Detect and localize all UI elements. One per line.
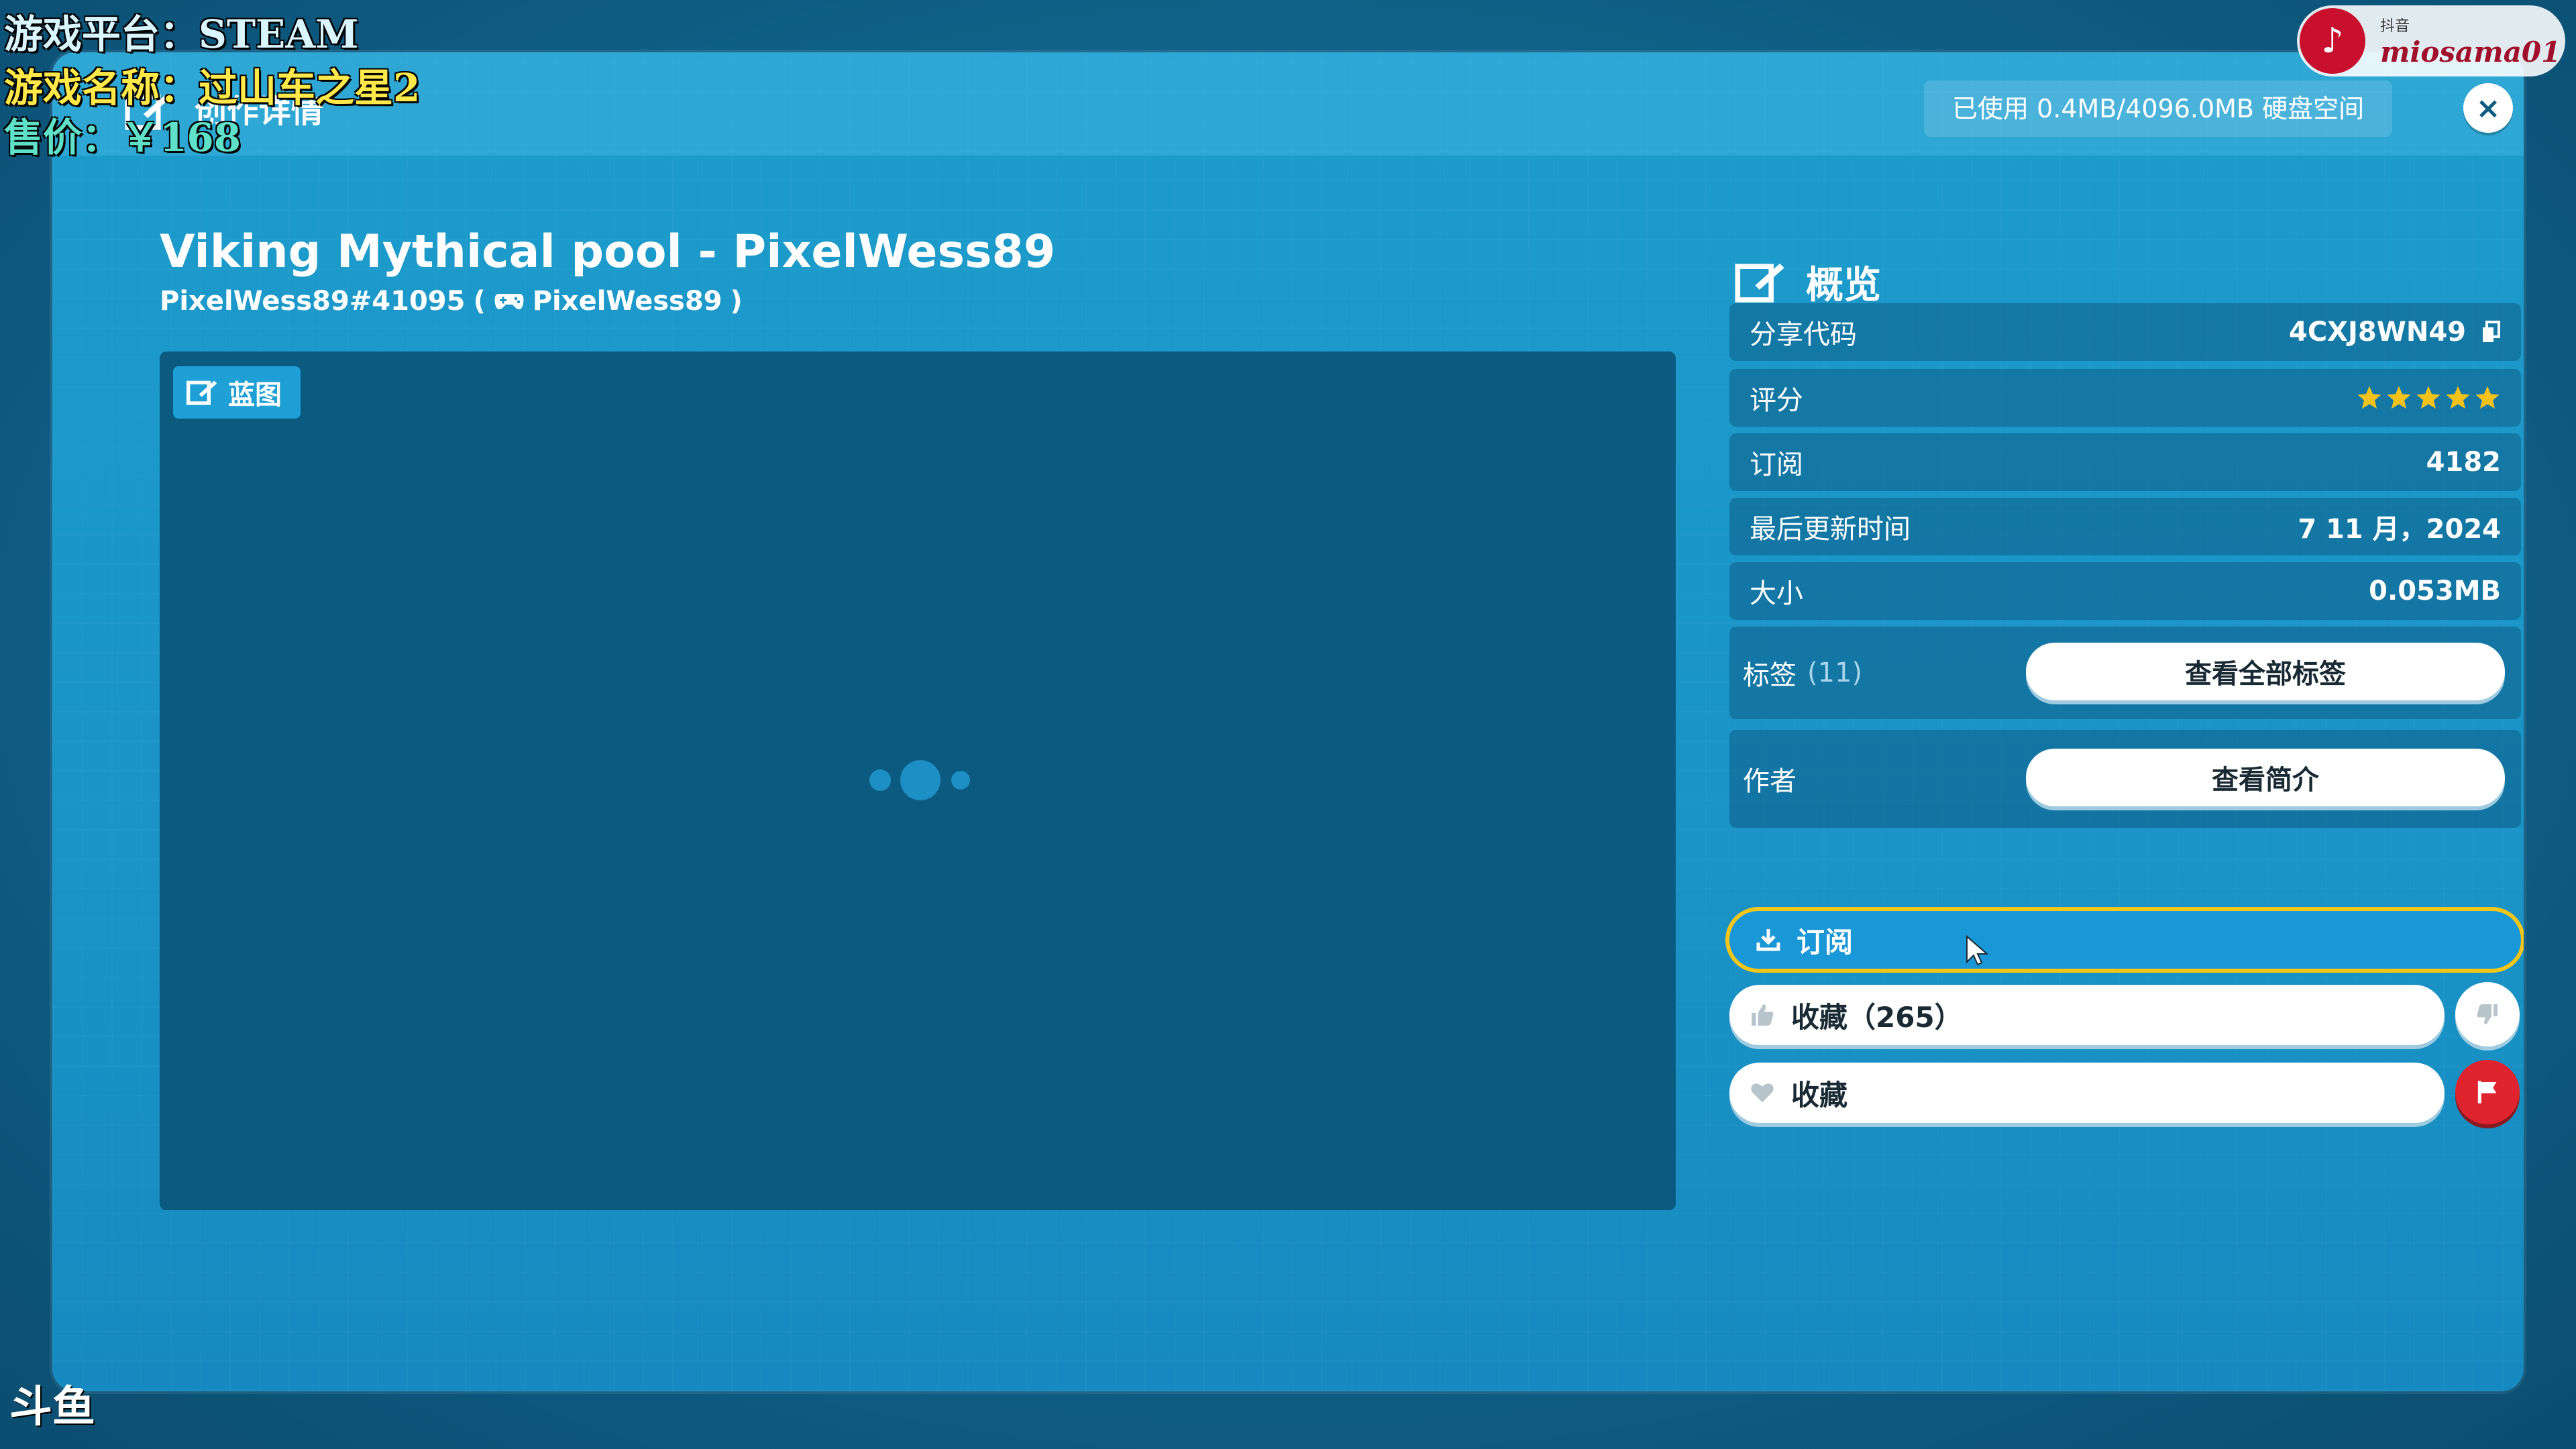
close-button[interactable]: ×: [2463, 83, 2513, 133]
like-button[interactable]: 收藏（265）: [1729, 985, 2445, 1045]
subscribe-button[interactable]: 订阅: [1725, 907, 2524, 973]
douyin-label: 抖音: [2380, 17, 2410, 35]
creation-id: PixelWess89#41095: [160, 286, 466, 317]
douyu-watermark: 斗鱼: [9, 1383, 95, 1432]
last-updated-row: 最后更新时间 7 11 月，2024: [1729, 498, 2521, 555]
douyin-handle: miosama01: [2380, 35, 2561, 68]
gamepad-icon: [494, 294, 524, 309]
last-updated-label: 最后更新时间: [1750, 514, 1911, 545]
copy-icon[interactable]: [2481, 321, 2501, 343]
favorite-label: 收藏: [1791, 1078, 1848, 1112]
creation-subtitle: PixelWess89#41095 ( PixelWess89 ): [160, 286, 743, 317]
view-profile-button[interactable]: 查看简介: [2026, 749, 2505, 806]
douyin-watermark: ♪ 抖音 miosama01: [2297, 5, 2565, 76]
tags-row: 标签 (11) 查看全部标签: [1729, 627, 2521, 719]
share-code-value: 4CXJ8WN49: [2288, 317, 2466, 347]
heart-icon: [1751, 1083, 1774, 1103]
report-button[interactable]: [2455, 1060, 2520, 1124]
mouse-cursor-icon: [1966, 935, 1988, 966]
douyin-logo-icon: ♪: [2300, 8, 2365, 74]
star-icon: [2387, 386, 2411, 409]
subscriptions-label: 订阅: [1750, 449, 1803, 480]
blueprint-label: 蓝图: [228, 380, 282, 411]
paren-close: ): [730, 286, 743, 317]
blueprint-icon: [186, 380, 217, 405]
platform-username[interactable]: PixelWess89: [533, 286, 722, 317]
flag-icon: [2477, 1081, 2497, 1104]
star-icon: [2357, 386, 2381, 409]
rating-row: 评分: [1729, 369, 2521, 427]
creation-details-panel: 创作详情 已使用 0.4MB/4096.0MB 硬盘空间 × Viking My…: [52, 52, 2524, 1391]
last-updated-value: 7 11 月，2024: [2298, 514, 2501, 545]
blueprint-badge: 蓝图: [173, 366, 301, 419]
share-code-label: 分享代码: [1750, 319, 1857, 350]
thumbs-up-icon: [1752, 1004, 1774, 1026]
star-icon: [2475, 386, 2500, 409]
tags-label: 标签: [1743, 660, 1796, 691]
author-row: 作者 查看简介: [1729, 730, 2521, 828]
paren-open: (: [473, 286, 486, 317]
disk-usage-indicator: 已使用 0.4MB/4096.0MB 硬盘空间: [1924, 80, 2393, 137]
rating-stars: [2356, 384, 2501, 411]
size-label: 大小: [1750, 578, 1803, 609]
star-icon: [2416, 386, 2440, 409]
like-label: 收藏（265）: [1791, 1000, 1963, 1034]
subscribe-label: 订阅: [1796, 925, 1854, 959]
overlay-platform: 游戏平台：STEAM: [4, 11, 359, 57]
preview-viewport: 蓝图: [160, 352, 1676, 1210]
thumbs-down-icon: [2477, 1004, 2498, 1024]
panel-header: 创作详情 已使用 0.4MB/4096.0MB 硬盘空间 ×: [52, 52, 2524, 156]
share-code-row: 分享代码 4CXJ8WN49: [1729, 303, 2521, 361]
size-row: 大小 0.053MB: [1729, 562, 2521, 620]
favorite-button[interactable]: 收藏: [1729, 1063, 2445, 1123]
overview-title: 概览: [1806, 264, 1881, 307]
tags-count: (11): [1807, 657, 1863, 688]
dislike-button[interactable]: [2455, 982, 2520, 1046]
subscriptions-row: 订阅 4182: [1729, 433, 2521, 491]
size-value: 0.053MB: [2369, 576, 2501, 606]
loading-spinner-icon: [869, 760, 970, 800]
overview-icon: [1735, 263, 1784, 303]
rating-label: 评分: [1750, 385, 1803, 416]
overlay-price: 售价：￥168: [4, 115, 241, 160]
download-icon: [1756, 929, 1780, 951]
author-label: 作者: [1743, 766, 1796, 797]
view-all-tags-button[interactable]: 查看全部标签: [2026, 643, 2505, 700]
overlay-game-name: 游戏名称：过山车之星2: [4, 65, 421, 111]
star-icon: [2446, 386, 2470, 409]
overview-heading: 概览: [1735, 255, 1881, 309]
creation-title: Viking Mythical pool - PixelWess89: [160, 225, 1056, 278]
subscriptions-value: 4182: [2426, 447, 2501, 478]
